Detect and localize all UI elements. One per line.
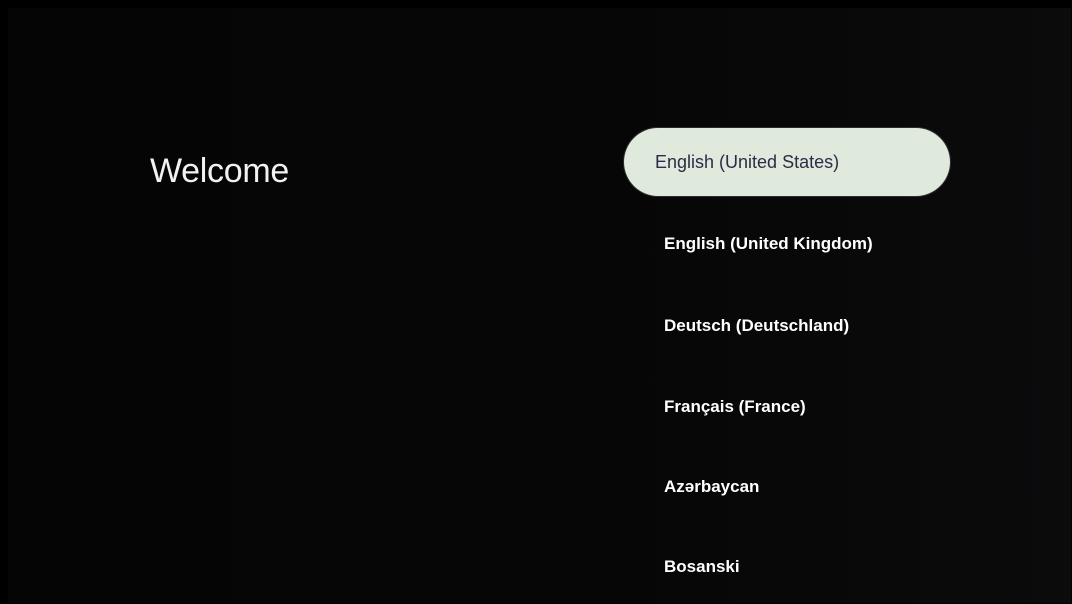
language-option-label: English (United Kingdom) <box>664 234 873 253</box>
language-option-english-us[interactable]: English (United States) <box>624 128 950 196</box>
language-option-label: Bosanski <box>664 557 740 576</box>
language-option-label: Français (France) <box>664 397 806 416</box>
page-title: Welcome <box>150 152 289 190</box>
language-option-label: Azərbaycan <box>664 477 760 496</box>
language-option-label: Deutsch (Deutschland) <box>664 316 850 335</box>
language-option-english-uk[interactable]: English (United Kingdom) <box>624 210 950 278</box>
setup-screen: Welcome English (United States) English … <box>0 0 1072 604</box>
language-option-azerbaycan[interactable]: Azərbaycan <box>624 453 950 521</box>
language-option-deutsch[interactable]: Deutsch (Deutschland) <box>624 292 950 360</box>
language-option-label: English (United States) <box>655 151 840 172</box>
language-option-bosanski[interactable]: Bosanski <box>624 533 950 601</box>
language-option-francais[interactable]: Français (France) <box>624 373 950 441</box>
